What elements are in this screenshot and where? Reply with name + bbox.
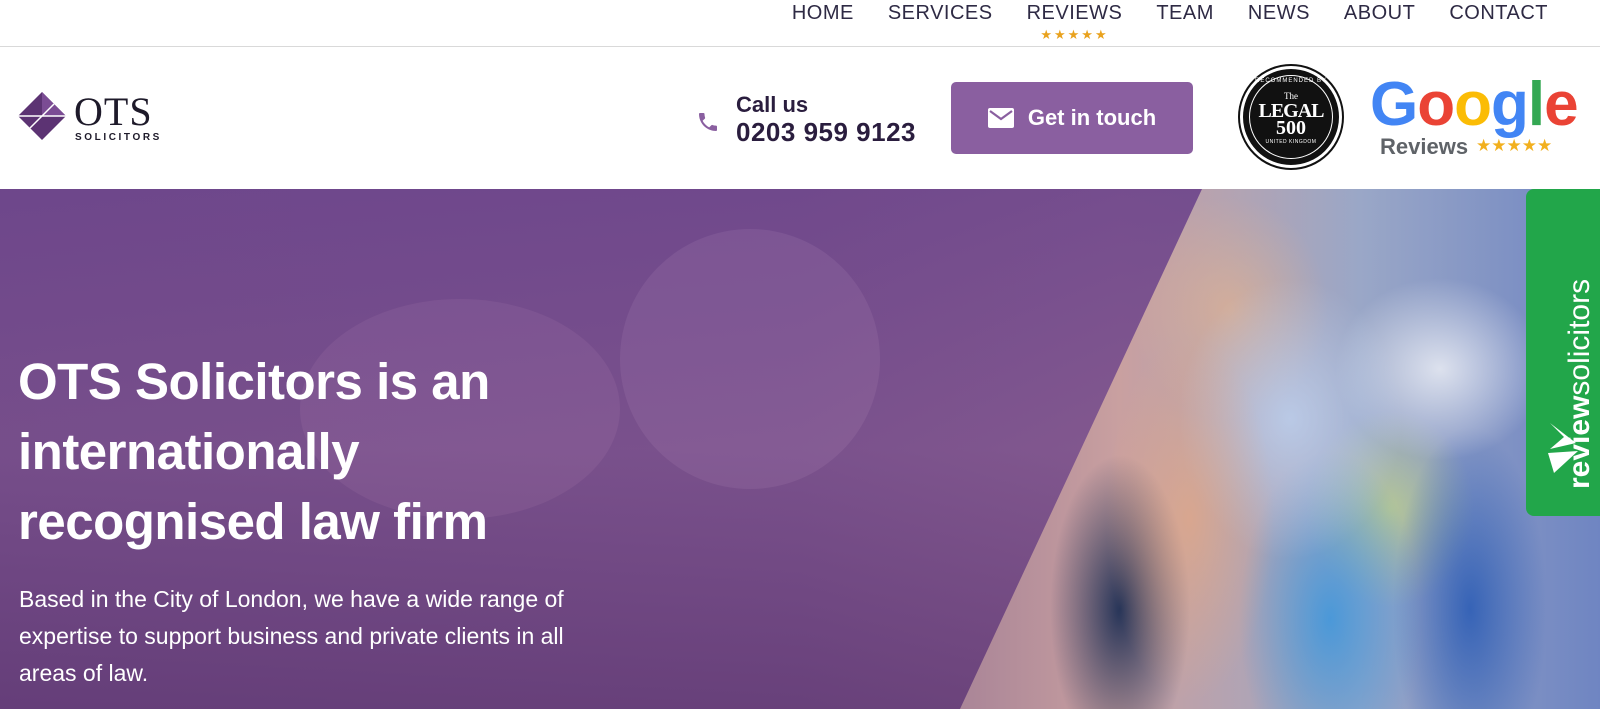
legal-500-number: 500: [1276, 117, 1306, 139]
nav-item-about[interactable]: ABOUT: [1327, 0, 1432, 47]
diamond-logo-icon: [18, 92, 66, 140]
nav-item-services[interactable]: SERVICES: [871, 0, 1010, 47]
nav-link-reviews[interactable]: REVIEWS: [1027, 0, 1123, 25]
top-navigation: HOME SERVICES REVIEWS ★★★★★ TEAM NEWS ABO…: [0, 0, 1600, 47]
call-us-label: Call us: [736, 92, 809, 117]
google-stars: ★★★★★: [1476, 136, 1553, 155]
nav-item-team[interactable]: TEAM: [1139, 0, 1231, 47]
call-us[interactable]: Call us 0203 959 9123: [696, 92, 926, 148]
nav-link-services[interactable]: SERVICES: [888, 0, 993, 25]
logo-subtitle: SOLICITORS: [75, 132, 162, 143]
legal-500-badge: RECOMMENDED BY The LEGAL 500 UNITED KING…: [1240, 66, 1342, 168]
google-reviews-badge[interactable]: Google Reviews ★★★★★: [1370, 70, 1579, 164]
nav-item-home[interactable]: HOME: [775, 0, 871, 47]
nav-link-news[interactable]: NEWS: [1248, 0, 1310, 25]
nav-item-contact[interactable]: CONTACT: [1432, 0, 1548, 47]
review-solicitors-text: reviewsolicitors: [1563, 279, 1597, 489]
legal-500-country: UNITED KINGDOM: [1265, 139, 1317, 145]
phone-icon: [699, 113, 717, 131]
get-in-touch-button[interactable]: Get in touch: [951, 82, 1193, 154]
site-header: OTS SOLICITORS Call us 0203 959 9123 Get…: [0, 48, 1600, 189]
review-solicitors-tab[interactable]: reviewsolicitors: [1526, 189, 1600, 516]
hero-title: OTS Solicitors is an internationally rec…: [18, 353, 490, 550]
nav-link-about[interactable]: ABOUT: [1344, 0, 1415, 25]
legal-500-arc-text: RECOMMENDED BY: [1254, 78, 1327, 84]
ots-logo[interactable]: OTS SOLICITORS: [18, 89, 159, 148]
review-solicitors-bold: review: [1563, 395, 1596, 489]
hero-description: Based in the City of London, we have a w…: [19, 586, 564, 686]
google-wordmark: Google: [1370, 70, 1579, 139]
nav-link-contact[interactable]: CONTACT: [1449, 0, 1548, 25]
nav-link-home[interactable]: HOME: [792, 0, 854, 25]
google-reviews-label: Reviews: [1380, 134, 1469, 159]
reviews-stars: ★★★★★: [1040, 27, 1109, 42]
nav-menu: HOME SERVICES REVIEWS ★★★★★ TEAM NEWS ABO…: [775, 0, 1548, 47]
nav-item-reviews[interactable]: REVIEWS ★★★★★: [1010, 0, 1140, 47]
nav-link-team[interactable]: TEAM: [1156, 0, 1214, 25]
mail-icon: [987, 108, 1014, 128]
phone-number[interactable]: 0203 959 9123: [736, 117, 916, 148]
review-solicitors-rest: solicitors: [1563, 278, 1596, 396]
hero-banner: OTS Solicitors is an internationally rec…: [0, 189, 1600, 709]
get-in-touch-label: Get in touch: [1027, 105, 1157, 130]
logo-wordmark: OTS: [74, 89, 153, 134]
nav-item-news[interactable]: NEWS: [1231, 0, 1327, 47]
hero-bokeh-1: [620, 229, 880, 489]
